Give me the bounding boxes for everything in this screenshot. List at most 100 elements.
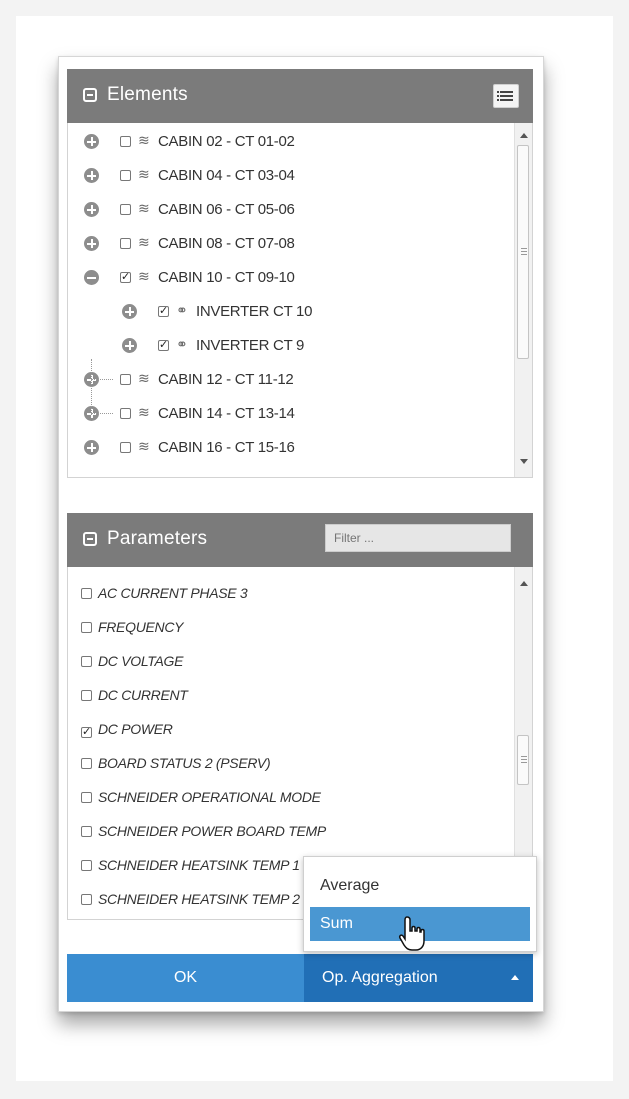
caret-up-icon (511, 975, 519, 980)
scroll-down-arrow[interactable] (520, 459, 528, 464)
aggregation-dropdown-button[interactable]: Op. Aggregation (304, 954, 533, 1002)
expand-node-icon[interactable] (122, 304, 137, 319)
parameter-label: FREQUENCY (98, 619, 184, 635)
tree-item[interactable]: ✓ ⚭ INVERTER CT 10 (68, 295, 498, 329)
parameter-item[interactable]: FREQUENCY (81, 619, 184, 652)
tree-item-checkbox[interactable]: ✓ (158, 306, 169, 317)
parameter-checkbox[interactable] (81, 826, 92, 837)
aggregation-label: Op. Aggregation (322, 969, 438, 986)
scrollbar-thumb[interactable] (517, 145, 529, 359)
parameters-panel-header: Parameters (67, 513, 533, 567)
menu-item-average[interactable]: Average (310, 869, 530, 903)
tree-item-checkbox[interactable] (120, 408, 131, 419)
tree-item-label: CABIN 04 - CT 03-04 (158, 167, 295, 184)
parameter-item[interactable]: DC CURRENT (81, 687, 188, 720)
expand-node-icon[interactable] (84, 440, 99, 455)
scroll-up-arrow[interactable] (520, 581, 528, 586)
tree-item-checkbox[interactable] (120, 136, 131, 147)
expand-node-icon[interactable] (84, 236, 99, 251)
tree-item[interactable]: ✓ ⚭ INVERTER CT 9 (68, 329, 498, 363)
elements-panel-title: Elements (107, 84, 188, 105)
expand-node-icon[interactable] (84, 134, 99, 149)
parameter-label: DC POWER (98, 721, 173, 737)
tree-connector (91, 413, 113, 414)
parameter-item[interactable]: SCHNEIDER OPERATIONAL MODE (81, 789, 321, 822)
inverter-icon: ⚭ (176, 302, 188, 318)
tree-item[interactable]: ≋ CABIN 16 - CT 15-16 (68, 431, 498, 465)
parameter-item[interactable]: BOARD STATUS 2 (PSERV) (81, 755, 271, 788)
parameter-label: SCHNEIDER POWER BOARD TEMP (98, 823, 326, 839)
tree-item-checkbox[interactable] (120, 442, 131, 453)
wifi-icon: ≋ (138, 166, 150, 182)
hand-cursor-icon (399, 916, 425, 951)
parameter-item[interactable]: DC VOLTAGE (81, 653, 183, 686)
parameter-label: DC VOLTAGE (98, 653, 184, 669)
tree-item[interactable]: ≋ CABIN 08 - CT 07-08 (68, 227, 498, 261)
tree-item-label: CABIN 10 - CT 09-10 (158, 269, 295, 286)
parameter-checkbox[interactable] (81, 860, 92, 871)
parameter-checkbox[interactable] (81, 792, 92, 803)
tree-item[interactable]: ≋ CABIN 12 - CT 11-12 (68, 363, 498, 397)
wifi-icon: ≋ (138, 438, 150, 454)
parameter-checkbox[interactable] (81, 758, 92, 769)
collapse-node-icon[interactable] (84, 270, 99, 285)
tree-item-label: CABIN 02 - CT 01-02 (158, 133, 295, 150)
tree-connector (91, 379, 113, 380)
tree-item-label: CABIN 06 - CT 05-06 (158, 201, 295, 218)
expand-node-icon[interactable] (84, 168, 99, 183)
tree-item-label: CABIN 16 - CT 15-16 (158, 439, 295, 456)
collapse-icon[interactable] (83, 532, 97, 546)
ok-button[interactable]: OK (67, 954, 304, 1002)
tree-connector (91, 359, 92, 415)
tree-item-label: INVERTER CT 9 (196, 337, 305, 354)
parameter-item[interactable]: SCHNEIDER HEATSINK TEMP 2 (81, 891, 300, 919)
collapse-icon[interactable] (83, 88, 97, 102)
elements-panel-header: Elements (67, 69, 533, 123)
parameter-checkbox[interactable] (81, 588, 92, 599)
tree-item[interactable]: ≋ CABIN 06 - CT 05-06 (68, 193, 498, 227)
parameter-checkbox[interactable]: ✓ (81, 727, 92, 738)
elements-tree: ≋ CABIN 02 - CT 01-02 ≋ CABIN 04 - CT 03-04… (67, 123, 533, 478)
tree-item-label: CABIN 14 - CT 13-14 (158, 405, 295, 422)
parameter-item[interactable]: SCHNEIDER POWER BOARD TEMP (81, 823, 326, 856)
inverter-icon: ⚭ (176, 336, 188, 352)
parameter-checkbox[interactable] (81, 622, 92, 633)
tree-item-label: CABIN 08 - CT 07-08 (158, 235, 295, 252)
parameter-checkbox[interactable] (81, 690, 92, 701)
expand-node-icon[interactable] (122, 338, 137, 353)
wifi-icon: ≋ (138, 234, 150, 250)
list-icon (497, 91, 513, 93)
wifi-icon: ≋ (138, 370, 150, 386)
parameters-filter-input[interactable] (325, 524, 511, 552)
tree-item-checkbox[interactable]: ✓ (120, 272, 131, 283)
tree-item-checkbox[interactable]: ✓ (158, 340, 169, 351)
tree-item-checkbox[interactable] (120, 170, 131, 181)
tree-item-checkbox[interactable] (120, 204, 131, 215)
parameter-label: AC CURRENT PHASE 3 (98, 585, 248, 601)
tree-item[interactable]: ≋ CABIN 04 - CT 03-04 (68, 159, 498, 193)
tree-item[interactable]: ≋ CABIN 02 - CT 01-02 (68, 125, 498, 159)
elements-scrollbar[interactable] (514, 123, 532, 477)
parameter-label: SCHNEIDER HEATSINK TEMP 2 (98, 891, 300, 907)
parameter-checkbox[interactable] (81, 894, 92, 905)
wifi-icon: ≋ (138, 404, 150, 420)
parameter-item[interactable]: SCHNEIDER HEATSINK TEMP 1 (81, 857, 300, 890)
selection-dialog: Elements ≋ CABIN 02 - CT 01-02 ≋ CABIN 04 -… (58, 56, 544, 1012)
tree-item-label: INVERTER CT 10 (196, 303, 313, 320)
parameter-item[interactable]: ✓ DC POWER (81, 721, 173, 754)
tree-item-checkbox[interactable] (120, 374, 131, 385)
tree-item-checkbox[interactable] (120, 238, 131, 249)
scroll-up-arrow[interactable] (520, 133, 528, 138)
parameter-item[interactable]: AC CURRENT PHASE 2 (81, 567, 247, 584)
tree-item[interactable]: ✓ ≋ CABIN 10 - CT 09-10 (68, 261, 498, 295)
parameter-item[interactable]: AC CURRENT PHASE 3 (81, 585, 248, 618)
scrollbar-thumb[interactable] (517, 735, 529, 785)
tree-item[interactable]: ≋ CABIN 14 - CT 13-14 (68, 397, 498, 431)
wifi-icon: ≋ (138, 200, 150, 216)
parameter-label: BOARD STATUS 2 (PSERV) (98, 755, 271, 771)
expand-node-icon[interactable] (84, 202, 99, 217)
wifi-icon: ≋ (138, 268, 150, 284)
parameter-label: DC CURRENT (98, 687, 188, 703)
list-view-button[interactable] (493, 84, 519, 108)
parameter-checkbox[interactable] (81, 656, 92, 667)
